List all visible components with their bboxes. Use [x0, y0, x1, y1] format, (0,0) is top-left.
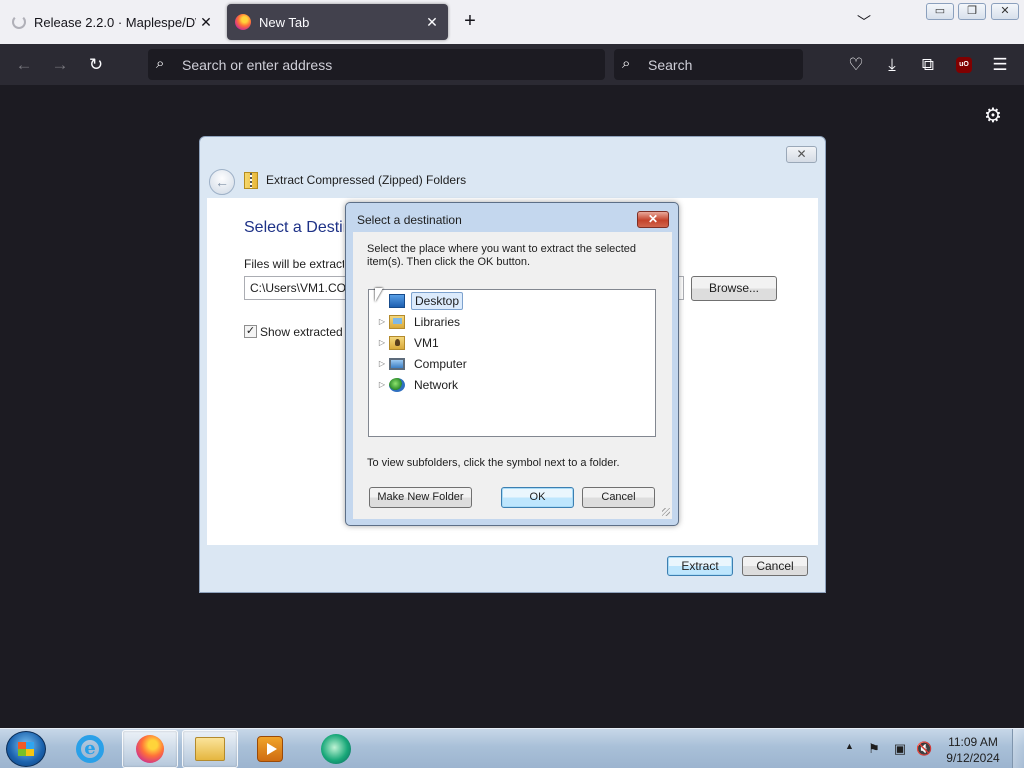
folder-tree[interactable]: Desktop ▷ Libraries ▷ VM1 ▷ Computer ▷ N…: [368, 289, 656, 437]
media-player-icon: [257, 736, 283, 762]
reload-icon[interactable]: ↻: [83, 52, 109, 78]
action-center-flag-icon[interactable]: ⚑: [866, 741, 882, 757]
firefox-icon: [136, 735, 164, 763]
expand-arrow-icon[interactable]: ▷: [377, 317, 387, 326]
browser-tab-bar: Release 2.2.0 · Maplespe/DWMBlurGlass ✕ …: [0, 0, 1024, 44]
subfolder-hint: To view subfolders, click the symbol nex…: [367, 457, 620, 469]
dialog-instructions: Select the place where you want to extra…: [367, 243, 637, 268]
libraries-icon: [389, 314, 405, 329]
tab-title: New Tab: [259, 14, 310, 30]
tree-item-label: Libraries: [414, 314, 461, 329]
minimize-button[interactable]: ▭: [926, 3, 954, 20]
pocket-icon[interactable]: ♡: [843, 52, 869, 78]
search-icon: ⌕: [622, 55, 631, 72]
taskbar-windows-explorer[interactable]: [182, 730, 238, 768]
dialog-title: Select a destination: [357, 213, 462, 227]
tree-item-label: Network: [414, 377, 459, 392]
back-arrow-icon[interactable]: ←: [11, 52, 37, 78]
browse-button[interactable]: Browse...: [691, 276, 777, 301]
show-files-checkbox[interactable]: ✓: [244, 325, 257, 338]
address-placeholder: Search or enter address: [182, 57, 333, 73]
tree-item-network[interactable]: ▷ Network: [377, 375, 461, 394]
tab-title: Release 2.2.0 · Maplespe/DWMBlurGlass: [34, 14, 196, 30]
extract-button[interactable]: Extract: [667, 556, 733, 576]
tree-item-libraries[interactable]: ▷ Libraries: [377, 312, 463, 331]
tree-item-label: Desktop: [411, 291, 464, 310]
expand-arrow-icon[interactable]: ▷: [377, 338, 387, 347]
destination-label: Files will be extracted to this folder:: [244, 257, 344, 271]
system-clock[interactable]: 11:09 AM 9/12/2024: [942, 734, 1004, 766]
network-icon: [389, 377, 405, 392]
tab-new-tab[interactable]: New Tab ✕: [227, 4, 448, 40]
show-files-label[interactable]: Show extracted files when complete: [260, 325, 350, 339]
cancel-button[interactable]: Cancel: [582, 487, 655, 508]
forward-arrow-icon[interactable]: →: [47, 52, 73, 78]
clock-time: 11:09 AM: [948, 735, 998, 749]
resize-grip[interactable]: [662, 508, 670, 516]
clock-date: 9/12/2024: [946, 751, 1000, 765]
close-icon[interactable]: ✕: [196, 12, 216, 32]
show-hidden-icons-icon[interactable]: ▲: [845, 741, 854, 751]
network-status-icon[interactable]: ▣: [892, 741, 908, 757]
hamburger-menu-icon[interactable]: ☰: [987, 52, 1013, 78]
taskbar-internet-explorer[interactable]: e: [62, 730, 118, 768]
tree-item-label: VM1: [414, 335, 439, 350]
taskbar: e ▲ ⚑ ▣ 🔇 11:09 AM 9/12/2024: [0, 728, 1024, 768]
chevron-down-icon[interactable]: ﹀: [852, 10, 876, 34]
ok-button[interactable]: OK: [501, 487, 574, 508]
search-placeholder: Search: [648, 57, 693, 73]
wizard-title: Extract Compressed (Zipped) Folders: [266, 173, 467, 187]
start-button[interactable]: [6, 731, 46, 767]
tree-item-label: Computer: [414, 356, 467, 371]
computer-icon: [389, 357, 405, 370]
make-new-folder-button[interactable]: Make New Folder: [369, 487, 472, 508]
restore-button[interactable]: ❐: [958, 3, 986, 20]
taskbar-media-player[interactable]: [242, 730, 298, 768]
app-icon: [321, 734, 351, 764]
taskbar-app[interactable]: [308, 730, 364, 768]
firefox-icon: [235, 14, 251, 30]
extensions-icon[interactable]: ⧉: [915, 52, 941, 78]
mouse-cursor-icon: [375, 288, 383, 302]
close-icon[interactable]: ✕: [422, 12, 442, 32]
volume-muted-icon[interactable]: 🔇: [916, 741, 932, 757]
gear-icon[interactable]: ⚙: [981, 104, 1005, 128]
dialog-body: Select the place where you want to extra…: [353, 232, 672, 519]
close-window-button[interactable]: ✕: [991, 3, 1019, 20]
search-bar[interactable]: ⌕ Search: [614, 49, 803, 80]
zip-folder-icon: [244, 172, 258, 189]
close-button[interactable]: ✕: [637, 211, 669, 228]
cancel-button[interactable]: Cancel: [742, 556, 808, 576]
select-destination-dialog: Select a destination ✕ Select the place …: [345, 202, 679, 526]
tree-item-computer[interactable]: ▷ Computer: [377, 354, 470, 373]
tree-item-desktop[interactable]: Desktop: [377, 291, 464, 310]
tree-item-vm1[interactable]: ▷ VM1: [377, 333, 442, 352]
wizard-heading: Select a Destination and Extract Files: [244, 219, 344, 236]
search-icon: ⌕: [156, 55, 165, 72]
user-folder-icon: [389, 335, 405, 350]
new-tab-button[interactable]: +: [458, 10, 482, 34]
internet-explorer-icon: e: [76, 735, 104, 763]
address-bar[interactable]: ⌕ Search or enter address: [148, 49, 605, 80]
folder-icon: [195, 737, 225, 761]
ublock-icon[interactable]: uO: [951, 52, 977, 78]
show-desktop-button[interactable]: [1012, 729, 1024, 768]
close-button[interactable]: ✕: [786, 146, 817, 163]
loading-spinner-icon: [12, 15, 26, 29]
download-icon[interactable]: ⤓: [879, 52, 905, 78]
taskbar-firefox[interactable]: [122, 730, 178, 768]
expand-arrow-icon[interactable]: ▷: [377, 359, 387, 368]
desktop-icon: [389, 293, 405, 308]
back-arrow-icon[interactable]: ←: [209, 169, 235, 195]
tab-release[interactable]: Release 2.2.0 · Maplespe/DWMBlurGlass ✕: [4, 4, 222, 40]
expand-arrow-icon[interactable]: ▷: [377, 380, 387, 389]
